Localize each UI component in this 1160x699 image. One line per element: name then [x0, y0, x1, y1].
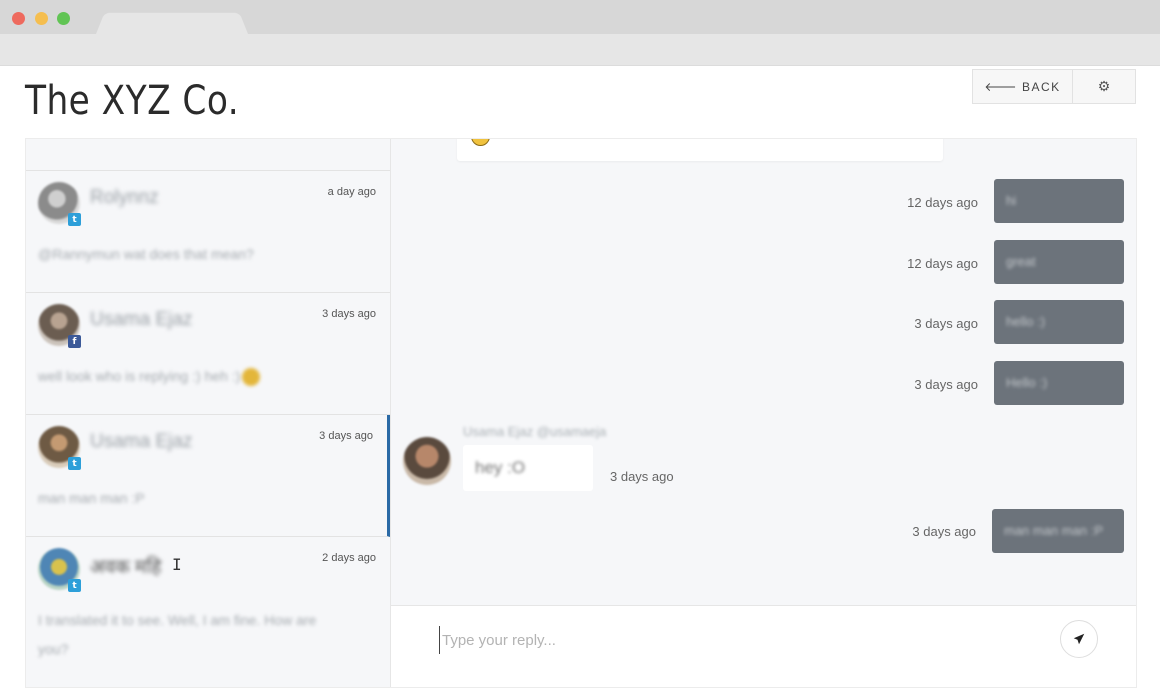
- emoji-icon: [242, 368, 261, 387]
- message-bubble-outgoing: Hello :): [994, 361, 1124, 405]
- message-bubble-outgoing: hello :): [994, 300, 1124, 344]
- message-thread[interactable]: 12 days ago hi 12 days ago great 3 days …: [391, 139, 1136, 605]
- conversation-name: अवक महि: [90, 557, 162, 578]
- conversation-name: Rolynnz: [90, 187, 159, 208]
- send-button[interactable]: [1060, 620, 1098, 658]
- conversation-item[interactable]: t अवक महि I 2 days ago I translated it t…: [26, 537, 390, 658]
- conversation-preview: @Rannymun wat does that mean?: [38, 246, 254, 262]
- message-bubble-outgoing: great: [994, 240, 1124, 284]
- conversation-item[interactable]: t Rolynnz a day ago @Rannymun wat does t…: [26, 171, 390, 293]
- conversation-item-active[interactable]: t Usama Ejaz 3 days ago man man man :P: [26, 415, 390, 537]
- conversation-preview: man man man :P: [38, 490, 145, 506]
- message-time: 12 days ago: [907, 256, 978, 271]
- page-title: The XYZ Co.: [25, 78, 240, 124]
- message-bubble-incoming: hey :O: [463, 445, 593, 491]
- message-time: 3 days ago: [912, 524, 976, 539]
- conversation-preview: I translated it to see. Well, I am fine.…: [38, 612, 317, 657]
- settings-button[interactable]: ⚙: [1073, 70, 1135, 103]
- conversation-preview: well look who is replying :) heh :): [38, 362, 338, 391]
- message-time: 12 days ago: [907, 195, 978, 210]
- twitter-icon: t: [68, 579, 81, 592]
- browser-toolbar: [0, 34, 1160, 66]
- back-button-label: BACK: [1022, 79, 1061, 94]
- facebook-icon: f: [68, 335, 81, 348]
- message-time: 3 days ago: [914, 316, 978, 331]
- minimize-window-button[interactable]: [35, 12, 48, 25]
- arrow-left-icon: 🡐: [984, 80, 1018, 94]
- twitter-icon: t: [68, 213, 81, 226]
- conversation-name: Usama Ejaz: [90, 431, 193, 452]
- avatar: [403, 437, 451, 485]
- conversation-item[interactable]: f Usama Ejaz 3 days ago well look who is…: [26, 293, 390, 415]
- conversation-time: 2 days ago: [322, 552, 376, 564]
- reply-input[interactable]: [439, 626, 1004, 654]
- inbox-panel: t Rolynnz a day ago @Rannymun wat does t…: [25, 138, 1137, 688]
- message-sender: Usama Ejaz @usamaeja: [463, 424, 607, 439]
- reply-bar: [391, 605, 1136, 687]
- conversation-list[interactable]: t Rolynnz a day ago @Rannymun wat does t…: [26, 139, 391, 687]
- conversation-list-header: [26, 139, 390, 171]
- conversation-name: Usama Ejaz: [90, 309, 193, 330]
- message-bubble-outgoing: man man man :P: [992, 509, 1124, 553]
- maximize-window-button[interactable]: [57, 12, 70, 25]
- conversation-time: 3 days ago: [322, 308, 376, 320]
- smiley-emoji-icon: [471, 139, 490, 146]
- browser-tab[interactable]: [96, 12, 248, 34]
- twitter-icon: t: [68, 457, 81, 470]
- message-time: 3 days ago: [914, 377, 978, 392]
- conversation-time: a day ago: [327, 186, 376, 198]
- text-cursor-icon: I: [172, 555, 182, 574]
- message-bubble-incoming: [457, 139, 943, 161]
- message-bubble-outgoing: hi: [994, 179, 1124, 223]
- browser-titlebar: [0, 0, 1160, 34]
- paper-plane-icon: [1073, 633, 1085, 645]
- back-button[interactable]: 🡐 BACK: [973, 70, 1073, 103]
- conversation-time: 3 days ago: [319, 430, 373, 442]
- message-time: 3 days ago: [610, 469, 674, 484]
- close-window-button[interactable]: [12, 12, 25, 25]
- gear-icon: ⚙: [1097, 78, 1111, 94]
- header-actions: 🡐 BACK ⚙: [972, 69, 1136, 104]
